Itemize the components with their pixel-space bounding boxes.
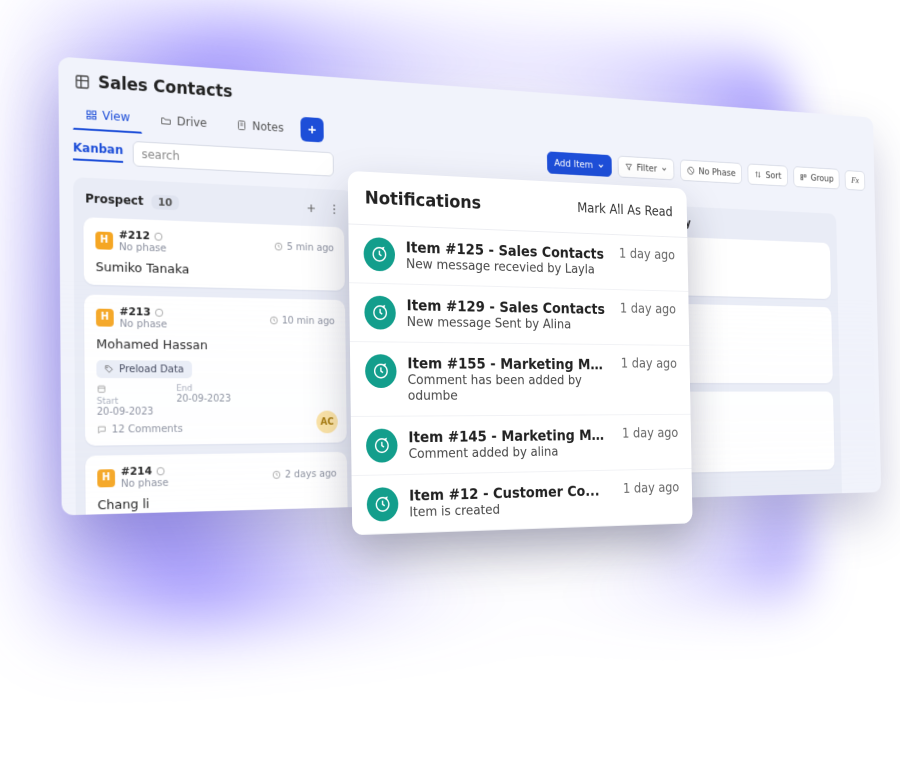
chevron-down-icon [661,165,668,173]
notification-icon [364,295,396,329]
chevron-down-icon [597,161,605,170]
notification-icon [365,354,397,388]
notification-item[interactable]: Item #129 - Sales ContactsNew message Se… [349,283,689,346]
tab-notes-label: Notes [252,119,284,134]
sort-label: Sort [765,170,781,182]
no-phase-label: No Phase [698,166,735,179]
card-badge: H [95,231,113,249]
mark-all-read-button[interactable]: Mark All As Read [577,200,673,219]
notification-item[interactable]: Item #155 - Marketing Ma...Comment has b… [350,342,691,417]
notification-time: 1 day ago [619,246,675,263]
group-icon [799,172,807,182]
filter-label: Filter [637,162,658,174]
add-item-label: Add Item [554,157,593,171]
notification-time: 1 day ago [621,356,677,371]
sort-icon [754,170,762,180]
info-icon [154,231,164,241]
notification-icon [363,237,395,272]
card[interactable]: H #212 No phase 5 min ago [83,217,345,291]
page-title: Sales Contacts [98,73,233,102]
tab-notes[interactable]: Notes [224,109,295,142]
notification-title: Item #155 - Marketing Ma... [407,354,611,373]
group-label: Group [811,172,834,184]
fx-button[interactable]: Fx [845,170,865,191]
column-title: Prospect [85,192,143,208]
column-add-button[interactable] [303,199,319,217]
notification-subtitle: Comment added by alina [408,443,612,462]
filter-button[interactable]: Filter [617,156,674,181]
tab-view[interactable]: View [73,99,143,134]
notification-icon [367,487,399,522]
clock-icon [274,241,283,251]
notification-item[interactable]: Item #145 - Marketing Ma...Comment added… [351,415,692,476]
notification-time: 1 day ago [623,480,679,496]
card-phase: No phase [119,241,167,254]
tab-drive[interactable]: Drive [148,104,219,137]
card-id: #212 [119,228,150,242]
subtab-kanban[interactable]: Kanban [73,141,123,163]
notification-title: Item #145 - Marketing Ma... [408,427,612,447]
search-placeholder: search [142,147,180,163]
group-button[interactable]: Group [793,166,840,189]
add-item-button[interactable]: Add Item [547,151,612,177]
notifications-title: Notifications [365,188,481,214]
table-icon [74,73,90,90]
notification-list: Item #125 - Sales ContactsNew message re… [348,224,692,535]
tab-drive-label: Drive [177,114,207,129]
notification-time: 1 day ago [620,301,676,317]
column-count: 10 [151,194,179,210]
notification-time: 1 day ago [622,426,678,442]
no-phase-icon [687,166,695,176]
card-name: Sumiko Tanaka [96,260,335,281]
no-phase-button[interactable]: No Phase [680,159,742,184]
fx-label: Fx [851,175,859,185]
notifications-panel: Notifications Mark All As Read Item #125… [348,171,693,536]
notification-subtitle: Comment has been added by odumbe [407,372,611,404]
tab-view-label: View [102,109,130,124]
add-tab-button[interactable] [301,116,324,142]
notification-icon [366,429,398,463]
card-time: 5 min ago [274,240,334,253]
filter-icon [624,162,633,172]
sort-button[interactable]: Sort [748,163,788,186]
column-menu-button[interactable] [326,201,342,218]
